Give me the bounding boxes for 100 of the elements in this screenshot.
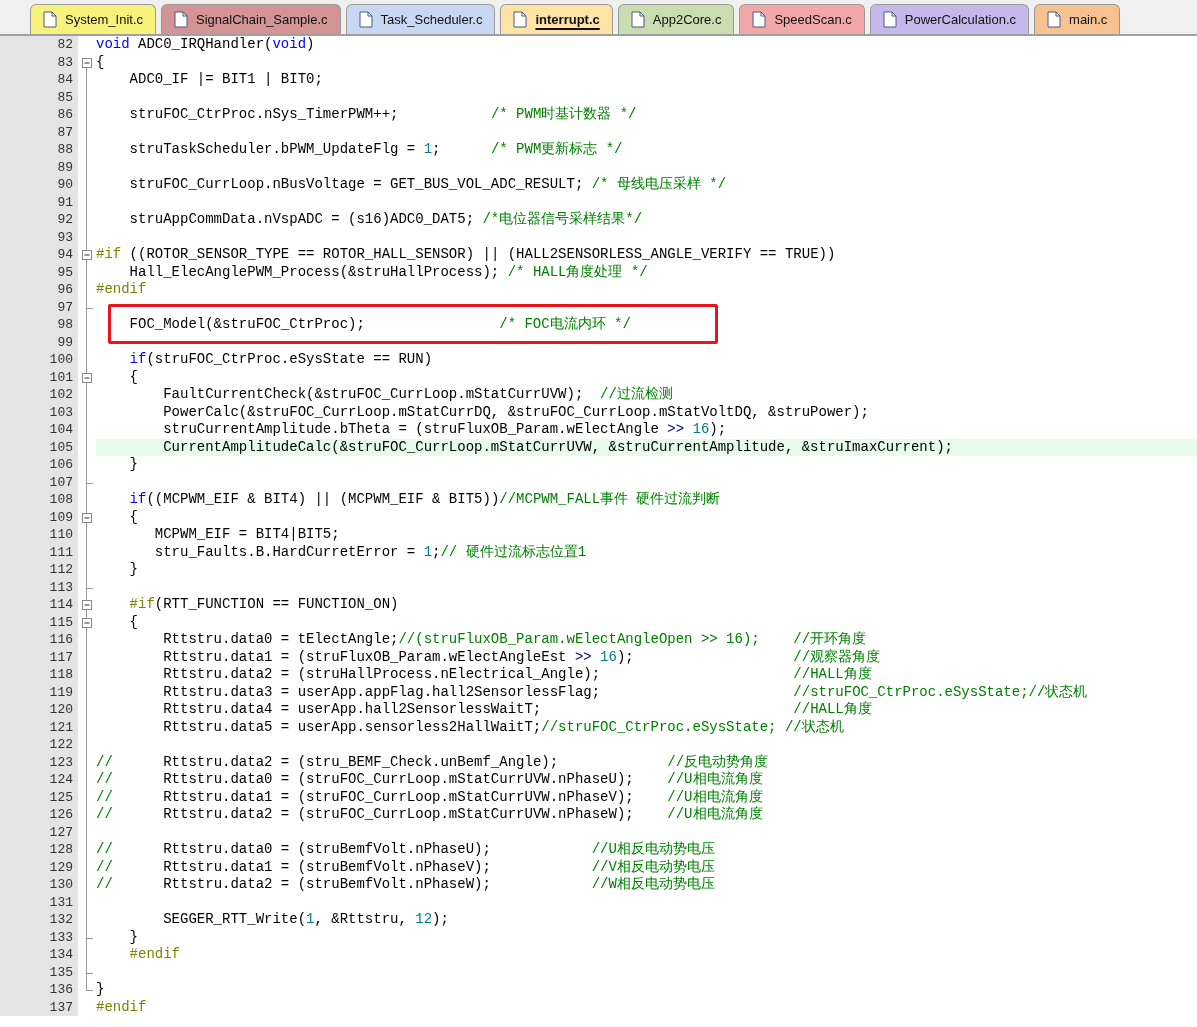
line-number: 97 xyxy=(57,299,73,315)
line-number: 82 xyxy=(57,37,73,52)
line-number: 116 xyxy=(49,632,73,647)
code-line: FaultCurrentCheck(&struFOC_CurrLoop.mStatCurrUVW); //过流检测 xyxy=(162,386,673,402)
line-number: 127 xyxy=(49,824,73,840)
line-number: 117 xyxy=(49,649,73,665)
line-number: 122 xyxy=(49,737,73,752)
file-tab[interactable]: Task_Scheduler.c xyxy=(345,4,496,34)
document-icon xyxy=(174,11,189,28)
line-number: 137 xyxy=(49,999,73,1015)
code-line: } xyxy=(128,456,138,472)
code-line: ADC0_IF |= BIT1 | BIT0; xyxy=(128,71,323,87)
code-line: FOC_Model(&struFOC_CtrProc); /* FOC电流内环 */ xyxy=(128,316,631,332)
line-number: 109 xyxy=(49,509,73,525)
line-number: 99 xyxy=(57,334,73,350)
code-line: if(struFOC_CtrProc.eSysState == RUN) xyxy=(128,351,433,367)
file-tab[interactable]: main.c xyxy=(1034,4,1121,34)
line-number: 95 xyxy=(57,264,73,280)
line-number: 132 xyxy=(49,912,73,927)
line-number: 83 xyxy=(57,54,73,70)
code-line: { xyxy=(128,613,138,630)
collapse-icon[interactable] xyxy=(82,372,92,383)
file-tab[interactable]: SpeedScan.c xyxy=(739,4,865,34)
file-tab[interactable]: PowerCalculation.c xyxy=(869,4,1030,34)
document-icon xyxy=(752,11,767,28)
code-line: Rttstru.data4 = userApp.hall2SensorlessWaitT; //HALL角度 xyxy=(162,701,872,717)
code-line: SEGGER_RTT_Write(1, &Rttstru, 12); xyxy=(162,911,449,927)
line-number: 112 xyxy=(49,562,73,577)
line-number: 85 xyxy=(57,89,73,105)
code-line: #endif xyxy=(96,998,147,1015)
document-icon xyxy=(1047,11,1062,28)
code-line: { xyxy=(128,508,138,525)
line-number: 130 xyxy=(49,877,73,892)
code-line: // Rttstru.data2 = (struFOC_CurrLoop.mStatCurrUVW.nPhaseW); //U相电流角度 xyxy=(96,806,763,822)
line-number: 102 xyxy=(49,387,73,402)
code-line: struTaskScheduler.bPWM_UpdateFlg = 1; /* PWM更新标志 */ xyxy=(128,141,623,157)
file-tab[interactable]: SignalChain_Sample.c xyxy=(161,4,341,34)
line-number: 91 xyxy=(57,194,73,210)
code-line: #endif xyxy=(128,946,180,962)
line-number: 136 xyxy=(49,982,73,997)
document-icon xyxy=(43,11,57,28)
code-line: #if ((ROTOR_SENSOR_TYPE == ROTOR_HALL_SENSOR) || (HALL2SENSORLESS_ANGLE_VERIFY == TRUE)) xyxy=(96,246,836,262)
code-line: struFOC_CurrLoop.nBusVoltage = GET_BUS_VOL_ADC_RESULT; /* 母线电压采样 */ xyxy=(128,176,727,192)
code-line: struCurrentAmplitude.bTheta = (struFluxOB_Param.wElectAngle >> 16); xyxy=(162,421,727,437)
line-number: 87 xyxy=(57,124,73,140)
document-icon xyxy=(513,11,528,28)
line-number: 120 xyxy=(49,702,73,717)
code-line: Rttstru.data3 = userApp.appFlag.hall2SensorlessFlag; //struFOC_CtrProc.eSysState;//状态机 xyxy=(162,683,1088,700)
line-number: 96 xyxy=(57,282,73,297)
file-tab[interactable]: App2Core.c xyxy=(617,4,735,34)
line-number: 94 xyxy=(57,247,73,262)
line-number: 101 xyxy=(49,369,73,385)
line-number: 124 xyxy=(49,772,73,787)
line-number: 125 xyxy=(49,789,73,805)
line-number: 121 xyxy=(49,719,73,735)
file-tab[interactable]: System_Init.c xyxy=(30,4,157,34)
code-line: Rttstru.data5 = userApp.sensorless2HallWaitT;//struFOC_CtrProc.eSysState; //状态机 xyxy=(162,718,844,735)
code-line: Hall_ElecAnglePWM_Process(&struHallProcess); /* HALL角度处理 */ xyxy=(128,263,648,280)
code-line: { xyxy=(128,368,138,385)
code-line: #endif xyxy=(96,281,147,297)
code-line: #if(RTT_FUNCTION == FUNCTION_ON) xyxy=(128,596,399,612)
line-number: 105 xyxy=(49,439,73,455)
line-number: 90 xyxy=(57,177,73,192)
line-number: 108 xyxy=(49,492,73,507)
code-line: struAppCommData.nVspADC = (s16)ADC0_DAT5; /*电位器信号采样结果*/ xyxy=(128,211,643,227)
collapse-icon[interactable] xyxy=(82,250,92,260)
line-number: 93 xyxy=(57,229,73,245)
file-tab[interactable]: interrupt.c xyxy=(500,4,613,34)
line-number: 98 xyxy=(57,317,73,332)
code-line: } xyxy=(96,981,105,997)
code-line: Rttstru.data0 = tElectAngle;//(struFluxOB_Param.wElectAngleOpen >> 16); //开环角度 xyxy=(162,631,867,647)
line-number: 134 xyxy=(49,947,73,962)
code-line: CurrentAmplitudeCalc(&struFOC_CurrLoop.mStatCurrUVW, &struCurrentAmplitude, &struImaxCurrent); xyxy=(162,438,953,455)
line-number: 106 xyxy=(49,457,73,472)
code-line: // Rttstru.data1 = (struFOC_CurrLoop.mStatCurrUVW.nPhaseV); //U相电流角度 xyxy=(96,788,763,805)
collapse-icon[interactable] xyxy=(82,617,92,628)
line-number: 107 xyxy=(49,474,73,490)
collapse-icon[interactable] xyxy=(82,57,92,68)
line-number: 126 xyxy=(49,807,73,822)
line-number: 104 xyxy=(49,422,73,437)
line-number: 92 xyxy=(57,212,73,227)
code-line: { xyxy=(96,53,105,70)
line-number: 133 xyxy=(49,929,73,945)
line-number: 131 xyxy=(49,894,73,910)
code-line: // Rttstru.data0 = (struBemfVolt.nPhaseU); //U相反电动势电压 xyxy=(96,841,715,857)
collapse-icon[interactable] xyxy=(82,512,92,523)
collapse-icon[interactable] xyxy=(82,600,92,610)
code-line: // Rttstru.data2 = (struBemfVolt.nPhaseW); //W相反电动势电压 xyxy=(96,876,715,892)
line-number: 84 xyxy=(57,72,73,87)
code-line: Rttstru.data1 = (struFluxOB_Param.wElectAngleEst >> 16); //观察器角度 xyxy=(162,648,881,665)
code-line: PowerCalc(&struFOC_CurrLoop.mStatCurrDQ, &struFOC_CurrLoop.mStatVoltDQ, &struPower); xyxy=(162,403,869,420)
code-line: MCPWM_EIF = BIT4|BIT5; xyxy=(153,526,340,542)
code-line: // Rttstru.data0 = (struFOC_CurrLoop.mStatCurrUVW.nPhaseU); //U相电流角度 xyxy=(96,771,763,787)
line-number: 88 xyxy=(57,142,73,157)
line-number: 115 xyxy=(49,614,73,630)
document-icon xyxy=(882,11,897,28)
code-line: } xyxy=(128,928,138,945)
line-number: 128 xyxy=(49,842,73,857)
document-icon xyxy=(358,11,373,28)
code-line: struFOC_CtrProc.nSys_TimerPWM++; /* PWM时基计数器 */ xyxy=(128,106,637,122)
